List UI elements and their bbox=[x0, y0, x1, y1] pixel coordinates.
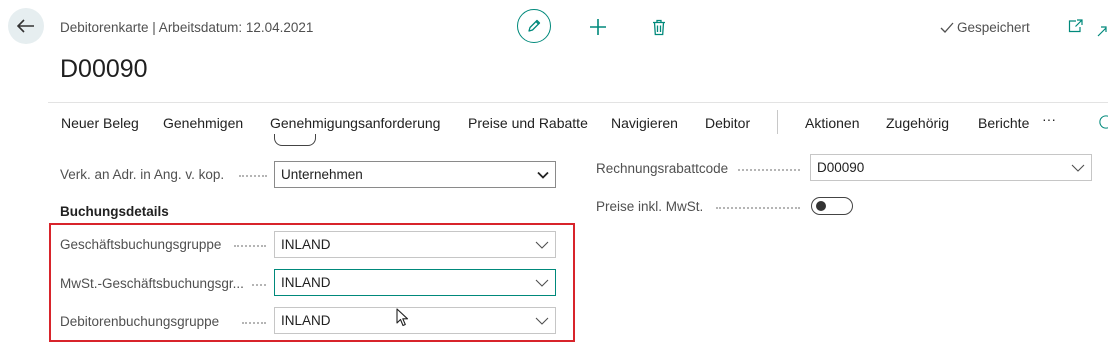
mwst-label: MwSt.-Geschäftsbuchungsgr... bbox=[60, 276, 244, 291]
preise-label: Preise inkl. MwSt. bbox=[596, 199, 704, 214]
rabatt-value: D00090 bbox=[817, 160, 865, 175]
geschaeft-label: Geschäftsbuchungsgruppe bbox=[60, 237, 222, 252]
debitor-label: Debitorenbuchungsgruppe bbox=[60, 314, 220, 329]
breadcrumb: Debitorenkarte | Arbeitsdatum: 12.04.202… bbox=[60, 20, 314, 35]
expand-icon bbox=[1097, 26, 1107, 37]
new-button[interactable] bbox=[588, 17, 608, 37]
mouse-cursor-icon bbox=[396, 308, 409, 327]
edit-button[interactable] bbox=[517, 9, 551, 43]
chevron-down-icon bbox=[535, 241, 549, 249]
chevron-down-icon bbox=[535, 279, 549, 287]
action-preise-und-rabatte[interactable]: Preise und Rabatte bbox=[468, 115, 588, 131]
action-genehmigen[interactable]: Genehmigen bbox=[163, 115, 243, 131]
delete-button[interactable] bbox=[650, 17, 668, 37]
arrow-left-icon bbox=[17, 19, 34, 33]
rabatt-label: Rechnungsrabattcode bbox=[596, 161, 729, 176]
geschaeft-value: INLAND bbox=[281, 237, 331, 252]
toggle-knob bbox=[816, 201, 826, 211]
action-debitor[interactable]: Debitor bbox=[705, 115, 750, 131]
open-in-new-icon bbox=[1068, 19, 1083, 33]
leader-dots bbox=[242, 322, 266, 325]
leader-dots bbox=[716, 207, 800, 210]
leader-dots bbox=[738, 169, 800, 172]
action-berichte[interactable]: Berichte bbox=[978, 115, 1029, 131]
hidden-toggle[interactable] bbox=[274, 134, 316, 146]
verk-select[interactable]: Unternehmen bbox=[274, 161, 556, 188]
leader-dots bbox=[239, 175, 267, 178]
action-separator bbox=[777, 110, 778, 134]
action-aktionen[interactable]: Aktionen bbox=[805, 115, 859, 131]
chevron-down-icon bbox=[537, 171, 549, 179]
expand-button[interactable] bbox=[1096, 24, 1108, 38]
info-icon bbox=[1099, 115, 1108, 129]
saved-status: Gespeichert bbox=[940, 20, 1030, 35]
rabatt-select[interactable]: D00090 bbox=[810, 154, 1092, 181]
back-button[interactable] bbox=[8, 8, 44, 44]
more-actions-button[interactable]: ··· bbox=[1042, 111, 1056, 127]
verk-value: Unternehmen bbox=[281, 167, 363, 182]
pencil-icon bbox=[528, 19, 541, 32]
debitor-select[interactable]: INLAND bbox=[274, 307, 556, 334]
action-genehmigungsanforderung[interactable]: Genehmigungsanforderung bbox=[270, 115, 440, 131]
mwst-value: INLAND bbox=[281, 275, 331, 290]
action-navigieren[interactable]: Navigieren bbox=[611, 115, 678, 131]
verk-label: Verk. an Adr. in Ang. v. kop. bbox=[60, 167, 225, 182]
action-neuer-beleg[interactable]: Neuer Beleg bbox=[61, 115, 139, 131]
mwst-select[interactable]: INLAND bbox=[274, 269, 556, 296]
saved-label: Gespeichert bbox=[957, 20, 1030, 35]
leader-dots bbox=[234, 245, 266, 248]
checkmark-icon bbox=[940, 22, 954, 33]
chevron-down-icon bbox=[535, 317, 549, 325]
plus-icon bbox=[590, 19, 606, 35]
action-bar-divider bbox=[48, 102, 1108, 103]
preise-toggle[interactable] bbox=[811, 197, 853, 215]
leader-dots bbox=[252, 284, 266, 287]
page-title: D00090 bbox=[60, 55, 148, 83]
section-title-buchungsdetails: Buchungsdetails bbox=[60, 204, 169, 219]
action-zugehoerig[interactable]: Zugehörig bbox=[886, 115, 949, 131]
chevron-down-icon bbox=[1071, 164, 1085, 172]
open-new-window-button[interactable] bbox=[1067, 18, 1085, 34]
geschaeft-select[interactable]: INLAND bbox=[274, 231, 556, 258]
info-button[interactable] bbox=[1099, 114, 1108, 130]
trash-icon bbox=[653, 19, 665, 35]
